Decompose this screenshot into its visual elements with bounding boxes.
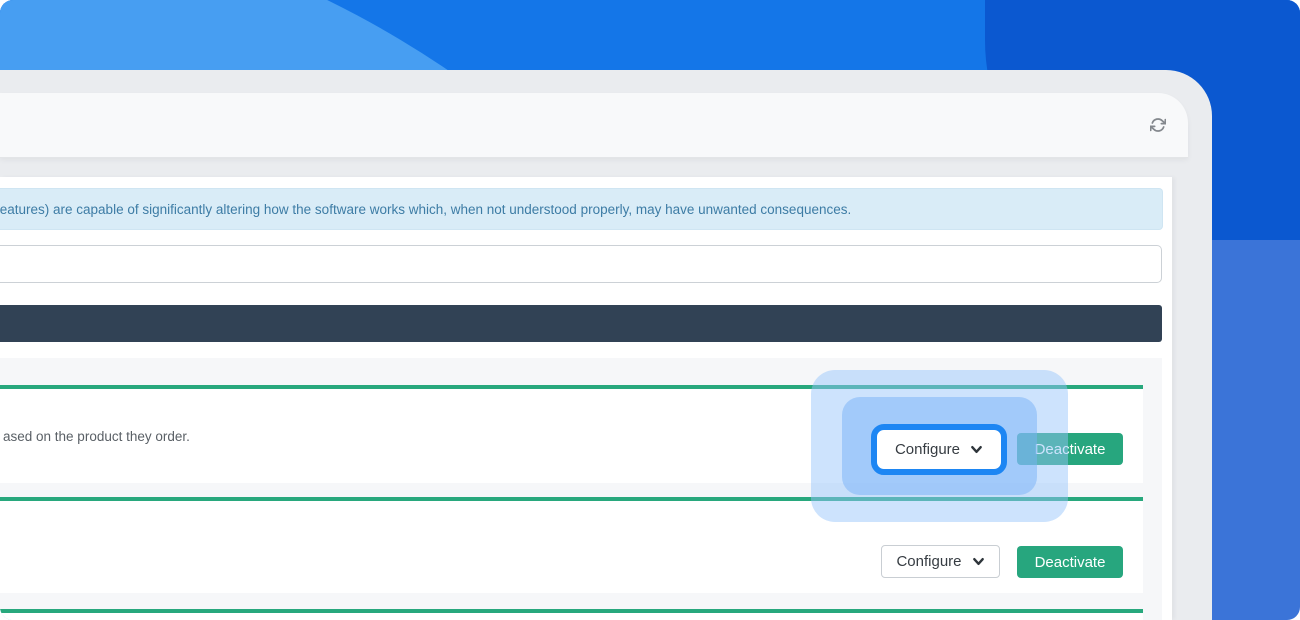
screenshot-frame: features) are capable of significantly a… [0, 0, 1300, 620]
content-panel: features) are capable of significantly a… [0, 177, 1172, 620]
toolbar [0, 93, 1188, 157]
configure-button[interactable]: Configure [871, 424, 1007, 475]
window-card: features) are capable of significantly a… [0, 70, 1212, 620]
info-banner-text: features) are capable of significantly a… [0, 202, 851, 217]
configure-button-label: Configure [896, 553, 961, 570]
deactivate-button[interactable]: Deactivate [1017, 546, 1123, 578]
refresh-icon [1150, 117, 1166, 133]
table-header-bar [0, 305, 1162, 342]
configure-button-label: Configure [895, 441, 960, 458]
search-input[interactable] [0, 245, 1162, 283]
module-description: ased on the product they order. [3, 429, 190, 444]
configure-button[interactable]: Configure [881, 545, 1000, 578]
module-row [0, 613, 1143, 620]
info-banner: features) are capable of significantly a… [0, 188, 1163, 230]
chevron-down-icon [972, 555, 985, 568]
refresh-button[interactable] [1142, 109, 1174, 141]
chevron-down-icon [970, 443, 983, 456]
